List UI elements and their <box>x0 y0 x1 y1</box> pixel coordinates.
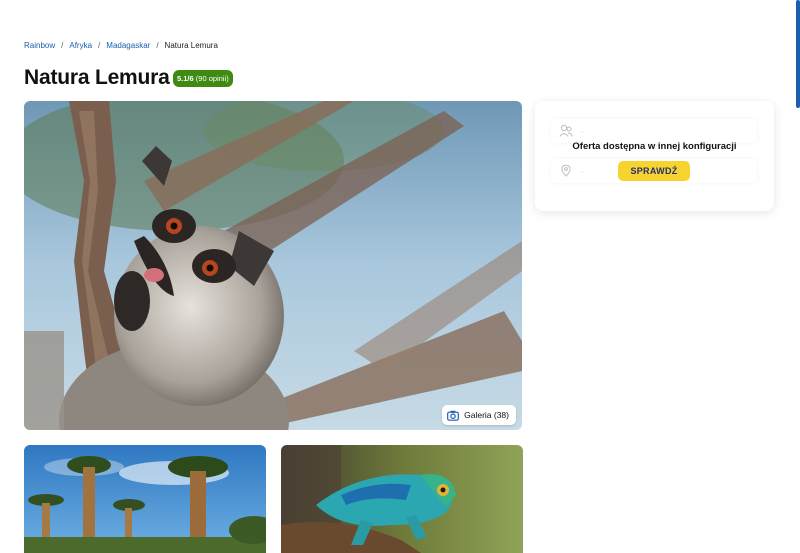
breadcrumb-link-afryka[interactable]: Afryka <box>69 41 92 50</box>
rating-count: (90 opinii) <box>195 74 229 83</box>
people-icon <box>559 124 573 137</box>
breadcrumb-separator: / <box>61 41 64 50</box>
baobab-photo <box>24 445 266 553</box>
location-icon <box>561 164 571 177</box>
chameleon-photo <box>281 445 523 553</box>
hero-image[interactable]: Galeria (38) <box>24 101 522 430</box>
participants-value: - <box>581 126 584 136</box>
gallery-button[interactable]: Galeria (38) <box>442 405 516 425</box>
rating-score: 5.1/6 <box>177 74 194 83</box>
breadcrumb-separator: / <box>98 41 101 50</box>
breadcrumb: Rainbow / Afryka / Madagaskar / Natura L… <box>24 41 218 50</box>
offer-card: - - Oferta dostępna w innej konfiguracji… <box>535 101 774 211</box>
breadcrumb-link-madagaskar[interactable]: Madagaskar <box>106 41 150 50</box>
check-offer-button[interactable]: SPRAWDŹ <box>618 161 690 181</box>
gallery-thumbnail-chameleon[interactable] <box>281 445 523 553</box>
camera-icon <box>447 410 460 421</box>
gallery-button-label: Galeria (38) <box>464 410 509 420</box>
breadcrumb-separator: / <box>156 41 159 50</box>
breadcrumb-current: Natura Lemura <box>164 41 218 50</box>
offer-unavailable-message: Oferta dostępna w innej konfiguracji <box>572 141 737 152</box>
breadcrumb-link-rainbow[interactable]: Rainbow <box>24 41 55 50</box>
departure-value: - <box>581 166 584 176</box>
lemur-photo <box>24 101 522 430</box>
page-title: Natura Lemura <box>24 66 170 89</box>
gallery-thumbnail-baobabs[interactable] <box>24 445 266 553</box>
participants-field[interactable]: - <box>551 119 757 143</box>
page-scrollbar[interactable] <box>796 0 800 108</box>
rating-badge[interactable]: 5.1/6 (90 opinii) <box>173 70 233 87</box>
